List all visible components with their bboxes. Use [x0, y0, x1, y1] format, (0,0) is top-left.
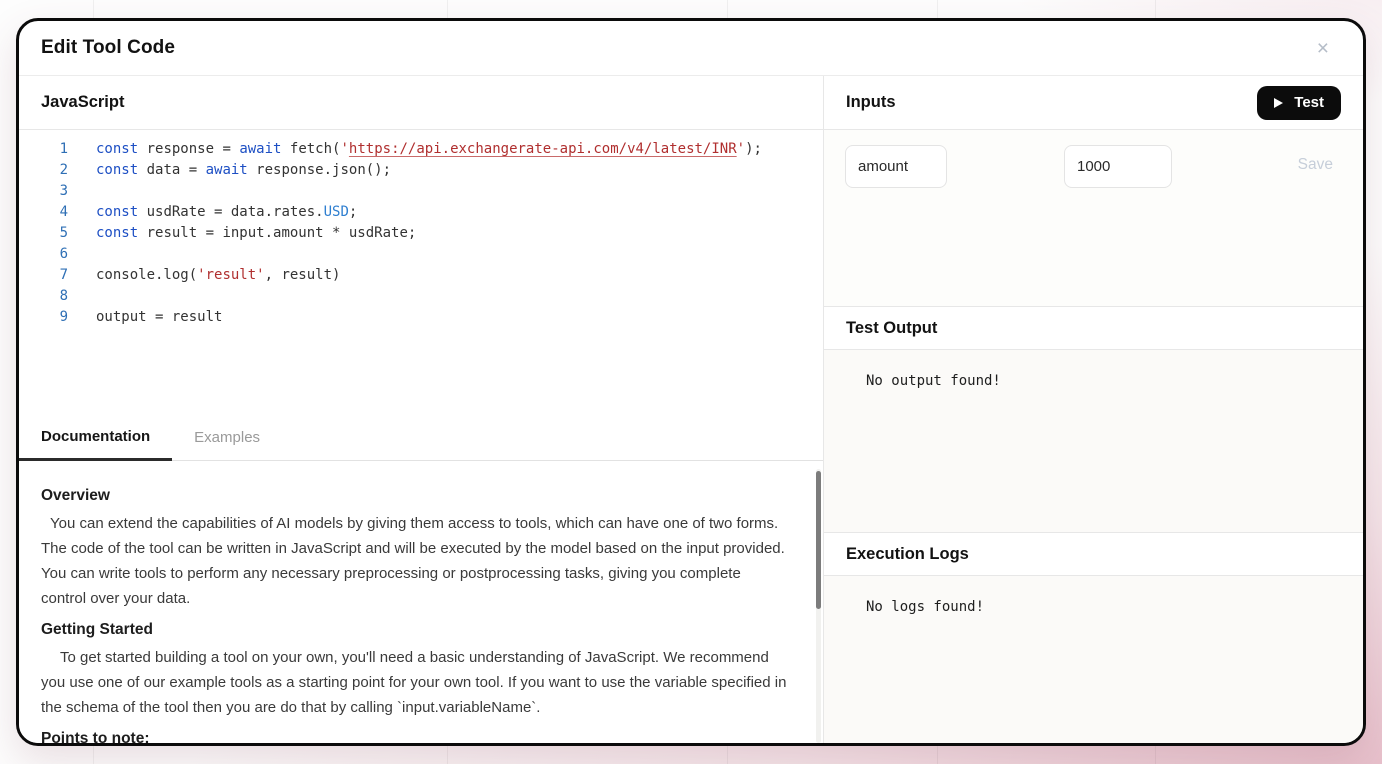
- test-output-content: No output found!: [824, 350, 1363, 532]
- line-number: 7: [19, 265, 68, 286]
- close-icon[interactable]: ×: [1317, 38, 1329, 59]
- modal-body: JavaScript 1 const response = await fetch…: [19, 76, 1363, 743]
- input-name-field[interactable]: [845, 145, 947, 188]
- execution-logs-title: Execution Logs: [846, 545, 969, 564]
- line-number: 6: [19, 244, 68, 265]
- doc-tab-bar: Documentation Examples: [19, 415, 823, 461]
- code-text: console.log('result', result): [96, 265, 340, 286]
- line-number: 9: [19, 307, 68, 328]
- line-number: 3: [19, 181, 68, 202]
- code-line: 5 const result = input.amount * usdRate;: [19, 223, 823, 244]
- doc-scrollbar-thumb[interactable]: [816, 471, 821, 609]
- execution-logs-content: No logs found!: [824, 576, 1363, 743]
- doc-heading: Getting Started: [41, 621, 789, 639]
- test-button[interactable]: Test: [1257, 86, 1341, 120]
- code-line: 6: [19, 244, 823, 265]
- code-text: const usdRate = data.rates.USD;: [96, 202, 357, 223]
- edit-tool-code-modal: Edit Tool Code × JavaScript 1 const respo…: [16, 18, 1366, 746]
- code-line: 8: [19, 286, 823, 307]
- doc-heading: Overview: [41, 487, 789, 505]
- save-button[interactable]: Save: [1298, 156, 1333, 306]
- code-line: 9 output = result: [19, 307, 823, 328]
- test-button-label: Test: [1294, 94, 1324, 111]
- test-output-empty-message: No output found!: [866, 373, 1001, 389]
- code-line: 1 const response = await fetch('https://a…: [19, 139, 823, 160]
- doc-paragraph: You can extend the capabilities of AI mo…: [41, 511, 789, 611]
- editor-header: JavaScript: [19, 76, 823, 130]
- input-value-field[interactable]: [1064, 145, 1172, 188]
- inputs-header: Inputs Test: [824, 76, 1363, 130]
- execution-logs-empty-message: No logs found!: [866, 599, 984, 615]
- test-pane: Inputs Test Save Test Output No output f…: [824, 76, 1363, 743]
- play-icon: [1274, 98, 1283, 108]
- line-number: 8: [19, 286, 68, 307]
- line-number: 2: [19, 160, 68, 181]
- inputs-form: Save: [824, 130, 1363, 306]
- code-text: output = result: [96, 307, 222, 328]
- code-line: 3: [19, 181, 823, 202]
- code-line: 2 const data = await response.json();: [19, 160, 823, 181]
- line-number: 4: [19, 202, 68, 223]
- documentation-panel: Overview You can extend the capabilities …: [19, 461, 823, 743]
- code-text: const response = await fetch('https://ap…: [96, 139, 762, 160]
- code-text: const result = input.amount * usdRate;: [96, 223, 416, 244]
- documentation-sections: Overview You can extend the capabilities …: [41, 487, 789, 743]
- code-line: 7 console.log('result', result): [19, 265, 823, 286]
- modal-title: Edit Tool Code: [41, 37, 175, 59]
- test-output-title: Test Output: [846, 319, 937, 338]
- code-pane: JavaScript 1 const response = await fetch…: [19, 76, 824, 743]
- inputs-title: Inputs: [846, 93, 896, 112]
- line-number: 5: [19, 223, 68, 244]
- code-line: 4 const usdRate = data.rates.USD;: [19, 202, 823, 223]
- test-output-header: Test Output: [824, 306, 1363, 350]
- editor-language-label: JavaScript: [41, 93, 124, 112]
- tab-documentation[interactable]: Documentation: [19, 415, 172, 461]
- doc-paragraph: To get started building a tool on your o…: [41, 645, 789, 720]
- code-text: const data = await response.json();: [96, 160, 391, 181]
- tab-examples[interactable]: Examples: [172, 415, 282, 460]
- modal-header: Edit Tool Code ×: [19, 21, 1363, 76]
- execution-logs-header: Execution Logs: [824, 532, 1363, 576]
- doc-scrollbar-track[interactable]: [816, 469, 821, 743]
- code-editor[interactable]: 1 const response = await fetch('https://a…: [19, 130, 823, 415]
- line-number: 1: [19, 139, 68, 160]
- doc-heading: Points to note:: [41, 730, 789, 743]
